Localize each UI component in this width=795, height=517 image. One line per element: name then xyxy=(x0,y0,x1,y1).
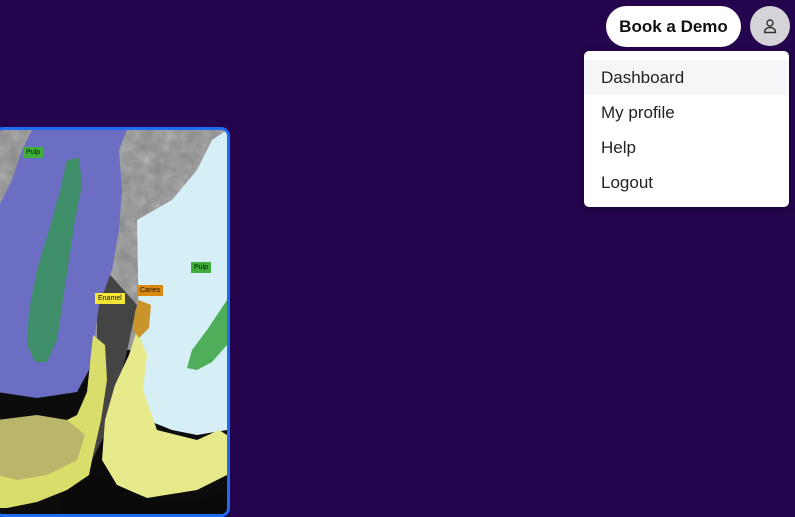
xray-image xyxy=(0,130,227,514)
label-pulp-right: Pulp xyxy=(191,262,212,273)
book-demo-button[interactable]: Book a Demo xyxy=(606,6,741,47)
menu-item-help[interactable]: Help xyxy=(584,130,789,165)
menu-item-my-profile[interactable]: My profile xyxy=(584,95,789,130)
label-pulp-left: Pulp xyxy=(23,147,44,158)
label-enamel: Enamel xyxy=(95,293,125,304)
menu-item-logout[interactable]: Logout xyxy=(584,165,789,200)
account-menu-button[interactable] xyxy=(750,6,790,46)
menu-item-dashboard[interactable]: Dashboard xyxy=(584,60,789,95)
label-caries: Caries xyxy=(137,285,164,296)
dental-xray-preview: Pulp Pulp Enamel Caries xyxy=(0,127,230,517)
user-icon xyxy=(763,19,777,34)
account-dropdown-menu: Dashboard My profile Help Logout xyxy=(584,51,789,207)
